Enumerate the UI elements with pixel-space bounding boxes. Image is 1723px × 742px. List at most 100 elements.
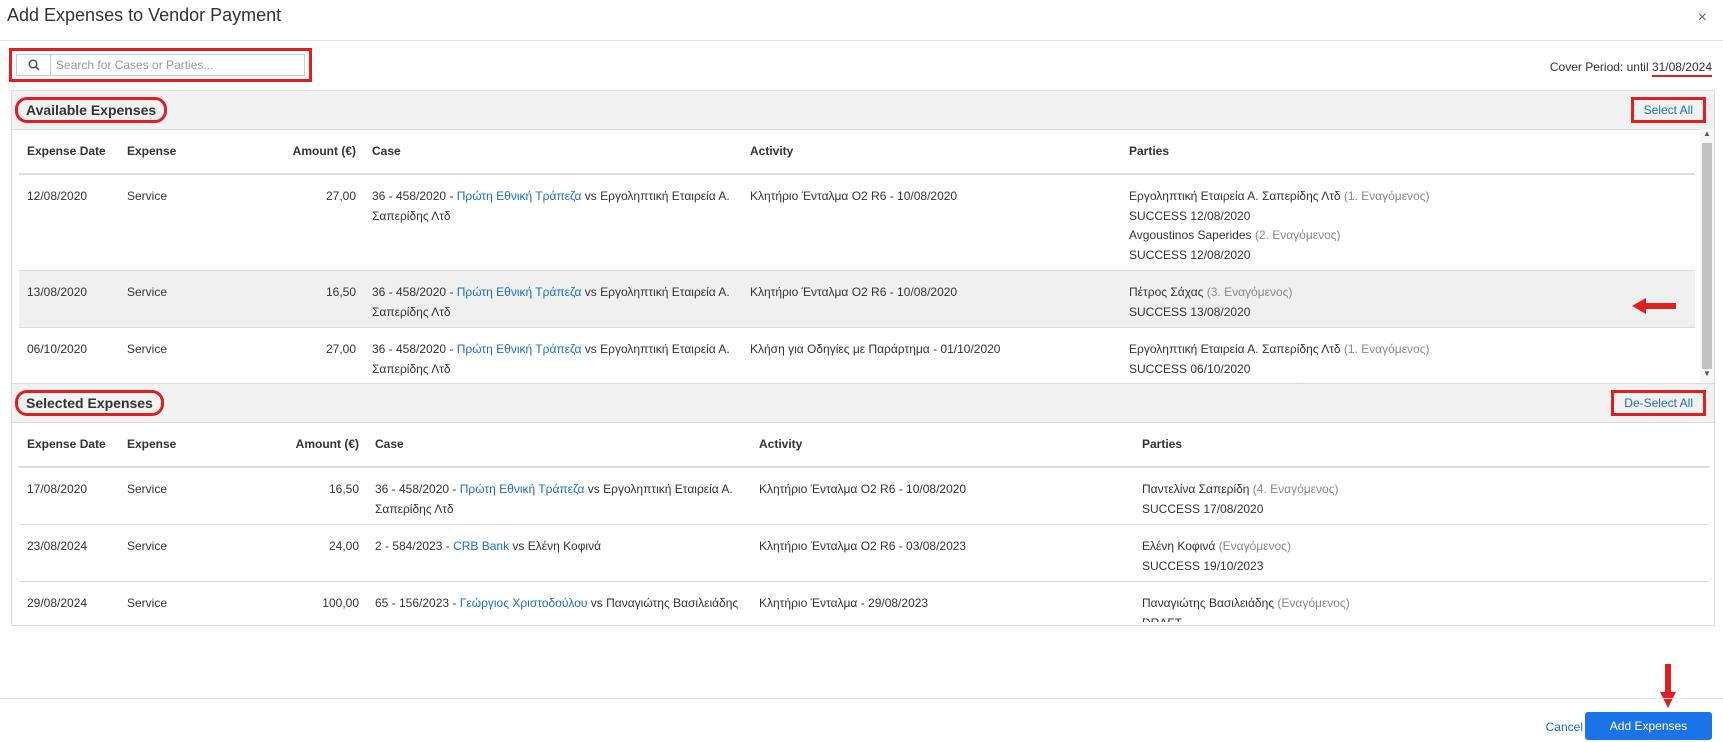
party-role: (3. Εναγόμενος) (1206, 285, 1293, 299)
party-line: SUCCESS 19/10/2023 (1142, 557, 1701, 577)
party-line: Εργοληπτική Εταιρεία Α. Σαπερίδης Λτδ (1… (1129, 187, 1687, 207)
table-row[interactable]: 23/08/2024 Service 24,00 2 - 584/2023 - CRB… (19, 524, 1709, 582)
party-name: SUCCESS 19/10/2023 (1142, 558, 1264, 573)
available-table-container: Expense Date Expense Amount (€) Case Act… (19, 129, 1695, 383)
table-row[interactable]: 13/08/2020 Service 16,50 36 - 458/2020 - Πρ… (19, 270, 1695, 328)
available-expenses-panel: Available Expenses Select All Expense Da… (11, 90, 1715, 384)
scroll-down-arrow-icon[interactable]: ▼ (1700, 369, 1714, 383)
case-number: 36 - 458/2020 - (372, 189, 457, 203)
close-icon[interactable]: × (1698, 9, 1707, 27)
amount-cell: 27,00 (204, 174, 364, 271)
case-opponent: vs Ελένη Κοφινά (509, 539, 602, 553)
party-name: Παναγιώτης Βασιλειάδης (1142, 596, 1278, 610)
party-name: Πέτρος Σάχας (1129, 285, 1207, 299)
party-name: Εργοληπτική Εταιρεία Α. Σαπερίδης Λτδ (1129, 189, 1344, 203)
expense-date-cell: 06/10/2020 (19, 327, 119, 383)
cover-period-date: 31/08/2024 (1651, 60, 1712, 74)
activity-cell: Κλητήριο Ένταλμα - 29/08/2023 (751, 581, 1134, 622)
deselect-all-button[interactable]: De-Select All (1611, 390, 1706, 416)
activity-cell: Κλήση για Οδηγίες με Παράρτημα - 01/10/2… (742, 327, 1121, 383)
case-party-link[interactable]: Γεώργιος Χριστοδούλου (460, 596, 588, 610)
party-line: Πέτρος Σάχας (3. Εναγόμενος) (1129, 283, 1687, 303)
col-amount: Amount (€) (204, 129, 364, 175)
party-name: Εργοληπτική Εταιρεία Α. Σαπερίδης Λτδ (1129, 342, 1344, 356)
case-cell: 36 - 458/2020 - Πρώτη Εθνική Τράπεζα vs … (364, 270, 742, 328)
col-activity: Activity (742, 129, 1121, 175)
party-role: (1. Εναγόμενος) (1343, 342, 1430, 356)
amount-cell: 27,00 (204, 327, 364, 383)
scrollbar[interactable]: ▲ ▼ (1700, 129, 1714, 383)
available-expenses-title: Available Expenses (15, 97, 168, 123)
selected-expenses-table: Expense Date Expense Amount (€) Case Act… (19, 422, 1709, 622)
table-row[interactable]: 17/08/2020 Service 16,50 36 - 458/2020 - Πρ… (19, 467, 1709, 525)
party-name: Ελένη Κοφινά (1142, 539, 1219, 553)
modal-header: Add Expenses to Vendor Payment × (0, 0, 1723, 41)
amount-cell: 16,50 (204, 270, 364, 328)
expense-date-cell: 23/08/2024 (19, 524, 119, 582)
party-line: Εργοληπτική Εταιρεία Α. Σαπερίδης Λτδ (1… (1129, 340, 1687, 360)
party-name: SUCCESS 12/08/2020 (1129, 247, 1251, 262)
activity-cell: Κλητήριο Ένταλμα Ο2 R6 - 10/08/2020 (742, 270, 1121, 328)
case-party-link[interactable]: Πρώτη Εθνική Τράπεζα (457, 342, 582, 356)
col-activity: Activity (751, 422, 1134, 468)
expense-date-cell: 12/08/2020 (19, 174, 119, 271)
available-expenses-header: Available Expenses Select All (12, 91, 1714, 130)
case-party-link[interactable]: CRB Bank (453, 539, 509, 553)
case-cell: 36 - 458/2020 - Πρώτη Εθνική Τράπεζα vs … (364, 327, 742, 383)
expense-cell: Service (119, 174, 204, 271)
scroll-thumb[interactable] (1702, 143, 1712, 369)
party-name: SUCCESS 17/08/2020 (1142, 501, 1264, 516)
cancel-button[interactable]: Cancel (1546, 720, 1583, 734)
available-expenses-table: Expense Date Expense Amount (€) Case Act… (19, 129, 1695, 383)
party-role: (Εναγόμενος) (1218, 539, 1291, 553)
col-case: Case (364, 129, 742, 175)
party-line: Ελένη Κοφινά (Εναγόμενος) (1142, 537, 1701, 557)
search-field (16, 54, 305, 76)
activity-cell: Κλητήριο Ένταλμα Ο2 R6 - 10/08/2020 (751, 467, 1134, 525)
selected-expenses-panel: Selected Expenses De-Select All Expense … (11, 383, 1715, 626)
col-parties: Parties (1121, 129, 1695, 175)
case-party-link[interactable]: Πρώτη Εθνική Τράπεζα (457, 285, 582, 299)
party-line: Παναγιώτης Βασιλειάδης (Εναγόμενος) (1142, 594, 1701, 614)
parties-cell: Παντελίνα Σαπερίδη (4. Εναγόμενος) SUCCES… (1134, 467, 1709, 525)
party-line: Παντελίνα Σαπερίδη (4. Εναγόμενος) (1142, 480, 1701, 500)
party-line: DRAFT (1142, 614, 1701, 623)
case-opponent: vs Παναγιώτης Βασιλειάδης (587, 596, 739, 610)
case-party-link[interactable]: Πρώτη Εθνική Τράπεζα (457, 189, 582, 203)
col-amount: Amount (€) (204, 422, 367, 468)
add-expenses-button[interactable]: Add Expenses (1585, 712, 1712, 740)
annotation-arrow-left-icon (1632, 298, 1676, 314)
case-party-link[interactable]: Πρώτη Εθνική Τράπεζα (460, 482, 585, 496)
party-name: Avgoustinos Saperides (1129, 228, 1255, 242)
search-input[interactable] (56, 55, 286, 75)
case-cell: 2 - 584/2023 - CRB Bank vs Ελένη Κοφινά (367, 524, 751, 582)
selected-expenses-title: Selected Expenses (15, 390, 164, 416)
parties-cell: Παναγιώτης Βασιλειάδης (Εναγόμενος) DRAFT (1134, 581, 1709, 623)
case-cell: 36 - 458/2020 - Πρώτη Εθνική Τράπεζα vs … (364, 174, 742, 271)
party-name: DRAFT (1142, 616, 1182, 623)
case-cell: 36 - 458/2020 - Πρώτη Εθνική Τράπεζα vs … (367, 467, 751, 525)
expense-date-cell: 13/08/2020 (19, 270, 119, 328)
col-expense: Expense (119, 422, 204, 468)
cover-period-label: Cover Period: until (1549, 60, 1652, 74)
table-row[interactable]: 12/08/2020 Service 27,00 36 - 458/2020 - Πρ… (19, 174, 1695, 271)
scroll-up-arrow-icon[interactable]: ▲ (1700, 129, 1714, 143)
parties-cell: Εργοληπτική Εταιρεία Α. Σαπερίδης Λτδ (1… (1121, 174, 1695, 271)
expense-cell: Service (119, 524, 204, 582)
select-all-button[interactable]: Select All (1630, 97, 1706, 123)
search-box-annotation (9, 48, 312, 82)
party-name: SUCCESS 13/08/2020 (1129, 304, 1251, 319)
party-role: (1. Εναγόμενος) (1343, 189, 1430, 203)
selected-expenses-header: Selected Expenses De-Select All (12, 384, 1714, 423)
case-number: 2 - 584/2023 - (375, 539, 454, 553)
col-expense: Expense (119, 129, 204, 175)
table-row[interactable]: 29/08/2024 Service 100,00 65 - 156/2023 - Γ… (19, 581, 1709, 623)
expense-cell: Service (119, 581, 204, 622)
case-number: 65 - 156/2023 - (375, 596, 460, 610)
table-row[interactable]: 06/10/2020 Service 27,00 36 - 458/2020 - Πρ… (19, 327, 1695, 383)
search-icon (17, 55, 51, 75)
col-expense-date: Expense Date (19, 129, 119, 175)
activity-cell: Κλητήριο Ένταλμα Ο2 R6 - 03/08/2023 (751, 524, 1134, 582)
expense-date-cell: 29/08/2024 (19, 581, 119, 622)
table-header-row: Expense Date Expense Amount (€) Case Act… (19, 422, 1709, 468)
